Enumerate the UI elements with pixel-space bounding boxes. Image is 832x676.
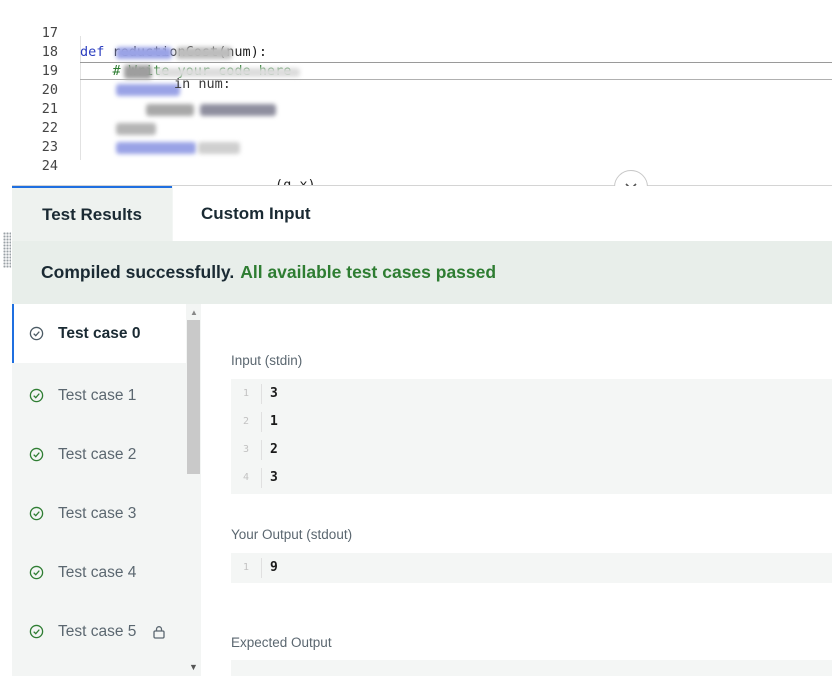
stdin-box: 1 3 2 1 3 2 4 3 — [231, 379, 832, 494]
stdin-value: 3 — [270, 386, 278, 401]
code-line[interactable]: 19 — [0, 43, 832, 79]
code-line[interactable]: 18 # Write your code here — [0, 24, 832, 79]
scrollbar-thumb[interactable] — [187, 320, 200, 474]
stdin-value: 3 — [270, 470, 278, 485]
stdin-value: 1 — [270, 414, 278, 429]
test-case-item[interactable]: Test case 5 — [12, 602, 186, 661]
check-circle-icon — [29, 565, 44, 580]
scroll-down-arrow-icon[interactable]: ▼ — [189, 662, 198, 672]
tests-status: All available test cases passed — [240, 262, 497, 282]
compile-status: Compiled successfully. — [41, 262, 235, 282]
tab-test-results[interactable]: Test Results — [12, 186, 172, 241]
check-circle-icon — [29, 506, 44, 521]
blurred-code — [116, 123, 156, 135]
test-case-label: Test case 1 — [58, 386, 137, 404]
result-tabs: Test Results Custom Input — [12, 186, 832, 241]
test-case-item[interactable]: Test case 3 — [12, 484, 186, 543]
blurred-code — [176, 47, 232, 59]
line-number: 1 — [242, 562, 249, 573]
stdin-line: 2 1 — [231, 408, 832, 436]
line-number: 24 — [41, 158, 58, 174]
blurred-code — [116, 84, 180, 96]
lock-icon — [153, 625, 166, 639]
stdin-line: 1 3 — [231, 380, 832, 408]
code-partial-text: in num: — [174, 76, 231, 92]
grip-icon[interactable] — [3, 232, 11, 268]
blurred-code — [200, 104, 276, 116]
scroll-up-arrow-icon[interactable]: ▲ — [190, 308, 198, 317]
code-line[interactable]: 21 in num: — [0, 76, 832, 117]
blurred-code — [116, 47, 172, 59]
stdout-value: 9 — [270, 560, 278, 575]
test-case-label: Test case 5 — [58, 622, 137, 640]
tab-custom-input[interactable]: Custom Input — [173, 186, 832, 241]
stdout-line: 1 9 — [231, 554, 832, 582]
blurred-code — [198, 142, 240, 154]
test-case-item[interactable]: Test case 0 — [12, 304, 186, 363]
stdin-line: 4 3 — [231, 464, 832, 492]
check-circle-icon — [29, 326, 44, 341]
line-number: 2 — [242, 416, 249, 427]
code-line[interactable]: 22 (q,x) — [0, 100, 832, 193]
line-number: 1 — [242, 388, 249, 399]
test-case-label: Test case 2 — [58, 445, 137, 463]
code-line[interactable]: 23 — [0, 119, 832, 155]
input-label: Input (stdin) — [231, 353, 303, 368]
line-number: 3 — [242, 444, 249, 455]
test-case-label: Test case 0 — [58, 324, 141, 342]
compile-status-banner: Compiled successfully. All available tes… — [12, 241, 832, 304]
test-case-item[interactable]: Test case 1 — [12, 366, 186, 425]
stdin-value: 2 — [270, 442, 278, 457]
code-editor[interactable]: 17 def reductionCost(num): 18 # Write yo… — [0, 0, 832, 193]
blurred-code — [124, 65, 152, 79]
output-label: Your Output (stdout) — [231, 527, 353, 542]
code-line[interactable]: 24 — [0, 138, 832, 174]
test-case-item[interactable]: Test case 4 — [12, 543, 186, 602]
blurred-code — [116, 142, 196, 154]
test-case-label: Test case 3 — [58, 504, 137, 522]
check-circle-icon — [29, 447, 44, 462]
test-case-label: Test case 4 — [58, 563, 137, 581]
expected-output-box — [231, 660, 832, 676]
code-line[interactable]: 17 def reductionCost(num): — [0, 5, 832, 60]
blurred-code — [146, 104, 194, 116]
stdin-line: 3 2 — [231, 436, 832, 464]
check-circle-icon — [29, 624, 44, 639]
stdout-box: 1 9 — [231, 553, 832, 583]
check-circle-icon — [29, 388, 44, 403]
expected-output-label: Expected Output — [231, 635, 332, 650]
line-number: 4 — [242, 472, 249, 483]
test-case-list: Test case 0 Test case 1 Test case 2 Test… — [12, 304, 201, 676]
test-case-item[interactable]: Test case 2 — [12, 425, 186, 484]
